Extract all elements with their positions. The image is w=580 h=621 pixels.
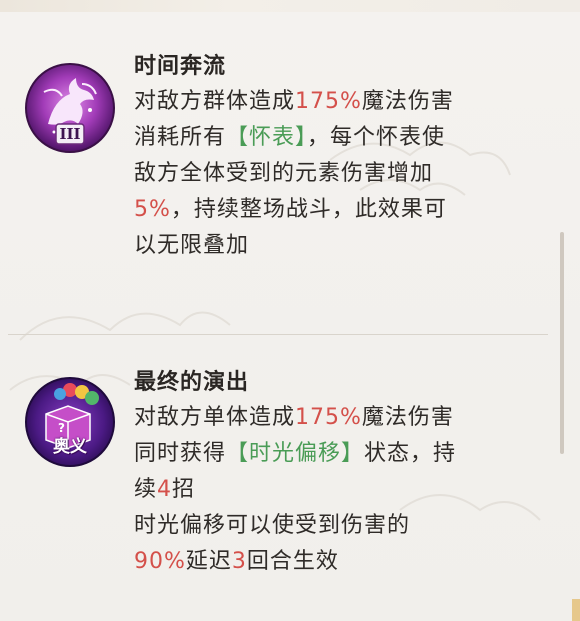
- description-text: ，持续整场战斗，此效果可: [170, 197, 447, 222]
- description-text: 魔法伤害: [361, 89, 454, 114]
- description-text: 对敌方单体造成: [134, 405, 296, 430]
- description-text: 对敌方群体造成: [134, 89, 296, 114]
- skill-description: 对敌方群体造成175%魔法伤害 消耗所有【怀表】，每个怀表使 敌方全体受到的元素伤害…: [134, 84, 544, 264]
- unicorn-swirl-icon[interactable]: III: [24, 62, 116, 154]
- description-line: 对敌方群体造成175%魔法伤害: [134, 84, 544, 120]
- highlight-keyword: 【时光偏移】: [226, 441, 365, 466]
- highlight-value: 90%: [134, 549, 186, 574]
- description-text: 招: [172, 477, 196, 502]
- description-text: 同时获得: [134, 441, 227, 466]
- description-text: 状态，持: [364, 441, 457, 466]
- skill-description: 对敌方单体造成175%魔法伤害 同时获得【时光偏移】状态，持 续4招 时光偏移可以使受…: [134, 400, 544, 580]
- skill-badge: III: [59, 125, 81, 143]
- description-text: 魔法伤害: [361, 405, 454, 430]
- skill-badge: 奥义: [53, 437, 87, 457]
- skill-name: 时间奔流: [134, 54, 227, 79]
- highlight-value: 5%: [134, 197, 171, 222]
- description-text: ，每个怀表使: [307, 125, 446, 150]
- description-line: 以无限叠加: [134, 228, 544, 264]
- description-text: 回合生效: [246, 549, 339, 574]
- description-line: 时光偏移可以使受到伤害的: [134, 508, 544, 544]
- highlight-keyword: 【怀表】: [226, 125, 308, 150]
- description-line: 续4招: [134, 472, 544, 508]
- description-text: 时光偏移可以使受到伤害的: [134, 513, 411, 538]
- highlight-value: 4: [157, 477, 173, 502]
- description-text: 延迟: [185, 549, 232, 574]
- top-border: [0, 0, 580, 12]
- corner-accent: [572, 599, 580, 621]
- description-text: 以无限叠加: [134, 233, 250, 258]
- description-line: 敌方全体受到的元素伤害增加: [134, 156, 544, 192]
- scrollbar[interactable]: [560, 232, 564, 454]
- description-line: 对敌方单体造成175%魔法伤害: [134, 400, 544, 436]
- description-text: 消耗所有: [134, 125, 227, 150]
- description-text: 敌方全体受到的元素伤害增加: [134, 161, 434, 186]
- description-text: 续: [134, 477, 158, 502]
- description-line: 消耗所有【怀表】，每个怀表使: [134, 120, 544, 156]
- highlight-value: 175%: [295, 405, 362, 430]
- skill-divider: [8, 334, 548, 335]
- skill-panel: III 时间奔流 对敌方群体造成175%魔法伤害 消耗所有【怀表】，每个怀表使 敌方…: [0, 0, 580, 621]
- skill-name: 最终的演出: [134, 370, 250, 395]
- description-line: 90%延迟3回合生效: [134, 544, 544, 580]
- mystery-box-balloons-icon[interactable]: ? 奥义: [24, 376, 116, 468]
- description-line: 5%，持续整场战斗，此效果可: [134, 192, 544, 228]
- highlight-value: 3: [231, 549, 247, 574]
- highlight-value: 175%: [295, 89, 362, 114]
- description-line: 同时获得【时光偏移】状态，持: [134, 436, 544, 472]
